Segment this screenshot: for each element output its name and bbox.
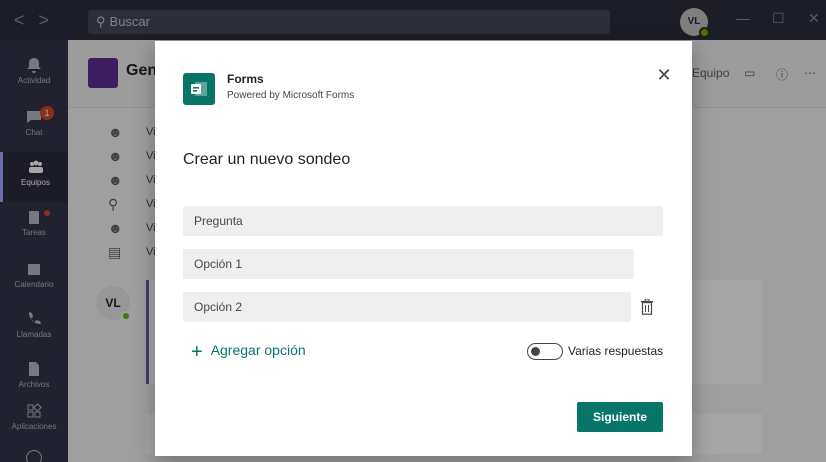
dialog-title: Crear un nuevo sondeo	[183, 151, 351, 168]
plus-icon: +	[191, 341, 203, 363]
option-2-input[interactable]	[183, 292, 631, 322]
app-subtitle: Powered by Microsoft Forms	[227, 90, 355, 101]
option-1-input[interactable]	[183, 249, 634, 279]
add-option-button[interactable]: + Agregar opción	[191, 341, 306, 364]
question-input[interactable]	[183, 206, 663, 236]
close-icon: ✕	[656, 65, 672, 85]
multiple-answers-toggle[interactable]	[527, 343, 563, 360]
toggle-knob	[531, 346, 540, 356]
close-dialog-button[interactable]: ✕	[654, 65, 674, 85]
forms-dialog: Forms Powered by Microsoft Forms ✕ Crear…	[155, 41, 692, 456]
app-name: Forms	[227, 72, 264, 86]
next-button[interactable]: Siguiente	[577, 402, 663, 432]
multiple-answers-label: Varias respuestas	[568, 344, 664, 358]
add-option-label: Agregar opción	[210, 342, 306, 358]
forms-app-icon	[183, 73, 215, 105]
delete-option-icon[interactable]	[640, 299, 654, 315]
